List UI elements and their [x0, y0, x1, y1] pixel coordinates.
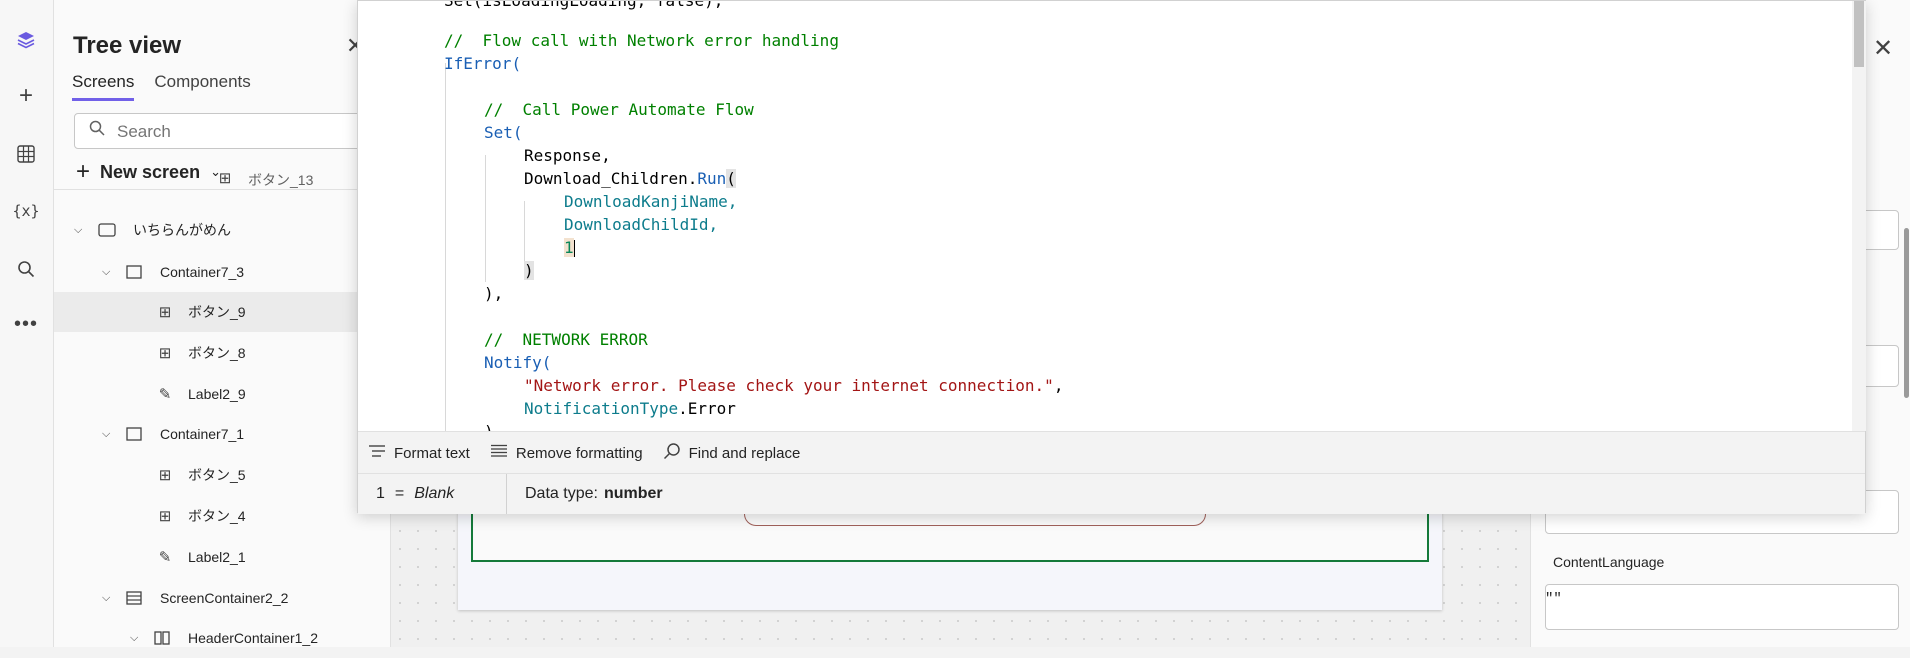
code-line-cursor: 1: [564, 238, 575, 257]
text-caret: [573, 240, 575, 257]
search-icon: [663, 442, 681, 465]
code-line: DownloadKanjiName,: [564, 192, 738, 211]
code-line: ): [524, 261, 534, 280]
code-line: Set(: [484, 123, 523, 142]
editor-scrollbar[interactable]: [1852, 1, 1866, 431]
indent-guide: [445, 63, 446, 431]
button-icon: ⊞: [158, 345, 172, 362]
code-line-comment: // Flow call with Network error handling: [444, 31, 839, 50]
tree-view-title: Tree view: [73, 32, 182, 59]
tree-search[interactable]: [74, 113, 384, 149]
code-line: ),: [484, 420, 503, 431]
tree-item-button[interactable]: ⊞ ボタン_9: [54, 292, 390, 332]
code-line: ),: [484, 284, 504, 303]
screen-container-icon: [125, 590, 143, 606]
chevron-down-icon: ⌵: [74, 223, 83, 236]
code-line: Set(isLoadingLoading, false);: [444, 1, 723, 12]
indent-guide: [485, 155, 486, 282]
button-icon: ⊞: [158, 467, 172, 484]
tree-item-container[interactable]: ⌵ Container7_3: [54, 252, 390, 292]
tree-item-button[interactable]: ⊞ ボタン_8: [54, 333, 390, 373]
tree-item-button[interactable]: ⊞ ボタン_4: [54, 496, 390, 536]
button-icon: ⊞: [158, 304, 172, 321]
tree-item-label[interactable]: ✎ Label2_9: [54, 374, 390, 414]
tree-item[interactable]: ⊞ ボタン_13: [54, 170, 390, 190]
tree-item-screen[interactable]: ⌵ いちらんがめん: [54, 210, 390, 250]
more-icon[interactable]: •••: [13, 311, 39, 337]
tree-item-header-container[interactable]: ⌵ HeaderContainer1_2: [54, 618, 390, 658]
edit-label-icon: ✎: [158, 549, 172, 566]
format-text-icon: [368, 444, 386, 463]
formula-editor: Set(isLoadingLoading, false); // Flow ca…: [357, 0, 1866, 514]
search-icon: [89, 120, 105, 141]
code-line-comment: // NETWORK ERROR: [484, 330, 648, 349]
container-icon: [125, 264, 143, 280]
code-line-comment: // Call Power Automate Flow: [484, 100, 754, 119]
properties-scrollbar[interactable]: [1904, 228, 1909, 398]
tree-item-container[interactable]: ⌵ Container7_1: [54, 414, 390, 454]
code-line: "Network error. Please check your intern…: [524, 376, 1064, 395]
tab-components[interactable]: Components: [154, 72, 250, 101]
left-rail: + {x} •••: [0, 0, 54, 647]
chevron-down-icon: ⌵: [102, 591, 111, 604]
result-preview: 1 = Blank: [358, 474, 507, 514]
tree-item-button[interactable]: ⊞ ボタン_5: [54, 455, 390, 495]
tab-screens[interactable]: Screens: [72, 72, 135, 101]
format-text-button[interactable]: Format text: [368, 444, 470, 463]
button-icon: ⊞: [218, 170, 232, 187]
code-line: DownloadChildId,: [564, 215, 719, 234]
scrollbar-thumb[interactable]: [1854, 1, 1864, 67]
plus-icon[interactable]: +: [13, 82, 39, 109]
content-language-value: "": [1545, 591, 1562, 607]
horizontal-container-icon: [153, 630, 171, 646]
code-line: Notify(: [484, 353, 552, 372]
close-icon[interactable]: ✕: [1873, 34, 1893, 63]
find-replace-button[interactable]: Find and replace: [663, 442, 800, 465]
content-language-label: ContentLanguage: [1553, 554, 1665, 570]
content-language-field[interactable]: [1545, 584, 1899, 630]
chevron-down-icon: ⌵: [102, 427, 111, 440]
editor-gutter: [358, 1, 378, 431]
code-area[interactable]: Set(isLoadingLoading, false); // Flow ca…: [358, 1, 1852, 431]
search-icon[interactable]: [13, 256, 39, 282]
result-bar: 1 = Blank Data type: number: [358, 473, 1865, 514]
screen-icon: [98, 222, 116, 238]
edit-label-icon: ✎: [158, 386, 172, 403]
tree-item-label[interactable]: ✎ Label2_1: [54, 537, 390, 577]
search-input[interactable]: [115, 121, 379, 143]
code-line: NotificationType.Error: [524, 399, 736, 418]
indent-guide: [524, 201, 525, 267]
editor-toolbar: Format text Remove formatting Find and r…: [358, 431, 1865, 474]
button-icon: ⊞: [158, 508, 172, 525]
tree-item-screen-container[interactable]: ⌵ ScreenContainer2_2: [54, 578, 390, 618]
code-line: Response,: [524, 146, 611, 165]
data-type-indicator: Data type: number: [525, 485, 663, 502]
code-line: Download_Children.Run(: [524, 169, 736, 188]
remove-formatting-button[interactable]: Remove formatting: [490, 444, 643, 463]
chevron-down-icon: ⌵: [102, 265, 111, 278]
chevron-down-icon: ⌵: [130, 631, 139, 644]
remove-formatting-icon: [490, 444, 508, 463]
tree-view-panel: Tree view ✕ Screens Components + New scr…: [54, 0, 391, 647]
code-line: IfError(: [444, 54, 522, 73]
table-icon[interactable]: [13, 141, 39, 167]
layers-icon[interactable]: [13, 27, 39, 53]
variables-icon[interactable]: {x}: [12, 198, 39, 224]
container-icon: [125, 426, 143, 442]
tree-tabs: Screens Components: [72, 72, 251, 101]
